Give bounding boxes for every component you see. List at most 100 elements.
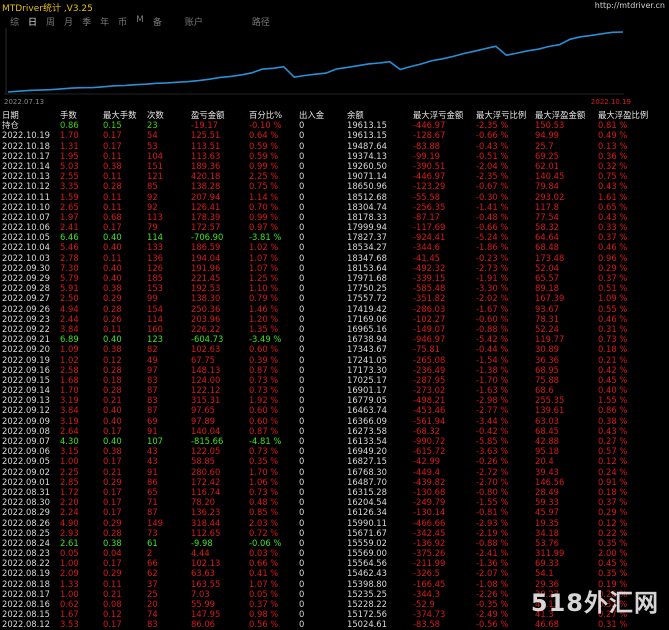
cell: 0.17: [103, 507, 122, 518]
cell: 2022.10.18: [2, 140, 50, 151]
cell: 2022.08.15: [2, 609, 50, 620]
cell: 0.05 %: [249, 588, 279, 599]
cell: -9.98: [191, 537, 213, 548]
cell: 203.96: [191, 313, 221, 324]
cell: 0: [299, 446, 305, 457]
tab-6[interactable]: 币: [118, 15, 127, 28]
tab-5[interactable]: 年: [100, 15, 109, 28]
tab-10[interactable]: 路径: [252, 15, 270, 28]
cell: 55.99: [191, 599, 215, 609]
cell: 0.13 %: [598, 140, 628, 151]
cell: -1.55 %: [476, 497, 509, 508]
cell: 146.56: [535, 476, 565, 487]
cell: 15172.56: [347, 609, 387, 620]
cell: 293.02: [535, 191, 565, 202]
cell: -585.48: [413, 283, 446, 294]
cell: 138.28: [191, 181, 221, 192]
cell: 15228.22: [347, 599, 387, 609]
cell: 2022.10.14: [2, 160, 50, 171]
cell: 77.54: [535, 211, 559, 222]
cell: -453.46: [413, 405, 446, 416]
site-url[interactable]: http://mtdriver.cn: [595, 1, 665, 10]
tab-7[interactable]: M: [136, 15, 144, 28]
cell: 93.67: [535, 303, 559, 314]
cell: 0: [299, 456, 305, 467]
cell: 手数: [60, 110, 77, 120]
cell: 1.10 %: [249, 283, 279, 294]
cell: 74: [147, 609, 158, 620]
cell: 0.12 %: [598, 456, 628, 467]
cell: 19374.13: [347, 150, 387, 161]
cell: 1.00: [60, 588, 79, 599]
tab-1[interactable]: 日: [28, 15, 37, 28]
cell: -466.66: [413, 517, 446, 528]
cell: 2022.09.06: [2, 446, 50, 457]
tab-3[interactable]: 月: [64, 15, 73, 28]
cell: 0.29: [103, 476, 122, 487]
cell: -130.68: [413, 486, 446, 497]
cell: 2.44: [60, 313, 79, 324]
tab-9[interactable]: 账户: [185, 15, 203, 28]
cell: 65.57: [535, 273, 559, 283]
cell: 1.35 %: [249, 323, 279, 334]
balance-chart: [4, 28, 624, 95]
cell: 17557.72: [347, 293, 387, 304]
tab-2[interactable]: 周: [46, 15, 55, 28]
cell: 0.28: [103, 385, 122, 396]
cell: 18347.68: [347, 252, 387, 263]
cell: 87: [147, 405, 158, 416]
cell: 0: [299, 354, 305, 365]
table-row: 2022.10.19 1.70 0.17 54 125.51 0.64 % 0 19613.1…: [2, 130, 650, 140]
table-row: 2022.09.13 3.19 0.21 83 315.31 1.92 % 0 16779.0…: [2, 395, 650, 405]
cell: 0.49 %: [598, 130, 628, 141]
cell: 0: [299, 599, 305, 609]
cell: 2022.09.20: [2, 344, 50, 355]
cell: 3.84: [60, 323, 79, 334]
cell: 2.50: [60, 293, 79, 304]
cell: 315.31: [191, 395, 221, 406]
cell: 2022.09.08: [2, 425, 50, 436]
cell: 18650.96: [347, 181, 387, 192]
cell: 0: [299, 609, 305, 620]
cell: -344.3: [413, 588, 440, 599]
cell: -117.69: [413, 222, 446, 233]
cell: 0.51 %: [598, 283, 628, 294]
cell: -446.97: [413, 171, 446, 182]
cell: -41.45: [413, 252, 440, 263]
cell: 0.37 %: [598, 273, 628, 283]
cell: -0.88 %: [476, 537, 509, 548]
cell: 6.46: [60, 232, 79, 243]
position-row: 持仓 0.86 0.15 23 -19.17 -0.10 % 0 19613.15 -446.9…: [2, 120, 650, 130]
table-row: 2022.10.14 5.03 0.38 151 189.36 0.99 % 0 19260.…: [2, 161, 650, 171]
cell: 0: [299, 548, 305, 559]
cell: -815.66: [191, 436, 224, 446]
cell: 160: [147, 323, 163, 334]
cell: 68.45: [535, 425, 559, 436]
cell: 62: [147, 568, 158, 579]
cell: -604.73: [191, 334, 224, 345]
cell: 0.11: [103, 201, 122, 212]
cell: 2022.09.19: [2, 354, 50, 365]
cell: -75.81: [413, 344, 440, 355]
cell: 0: [299, 191, 305, 202]
cell: 0: [299, 211, 305, 222]
tab-0[interactable]: 综: [10, 15, 19, 28]
tab-4[interactable]: 季: [82, 15, 91, 28]
cell: 311.99: [535, 548, 565, 559]
cell: 0.87 %: [249, 364, 279, 375]
cell: 3.19: [60, 395, 79, 406]
cell: 207.94: [191, 191, 221, 202]
cell: 15990.11: [347, 517, 387, 528]
tab-8[interactable]: 备: [153, 15, 162, 28]
cell: 1.00: [60, 558, 79, 569]
cell: 0: [299, 344, 305, 355]
cell: 2.25: [60, 466, 79, 477]
cell: 0: [299, 578, 305, 589]
cell: 0.36 %: [598, 150, 628, 161]
cell: 61: [147, 537, 158, 548]
cell: 2.65: [60, 201, 79, 212]
cell: 7.03: [191, 588, 210, 599]
cell: 16366.09: [347, 415, 387, 426]
cell: 318.44: [191, 517, 221, 528]
cell: 0.35 %: [249, 456, 279, 467]
